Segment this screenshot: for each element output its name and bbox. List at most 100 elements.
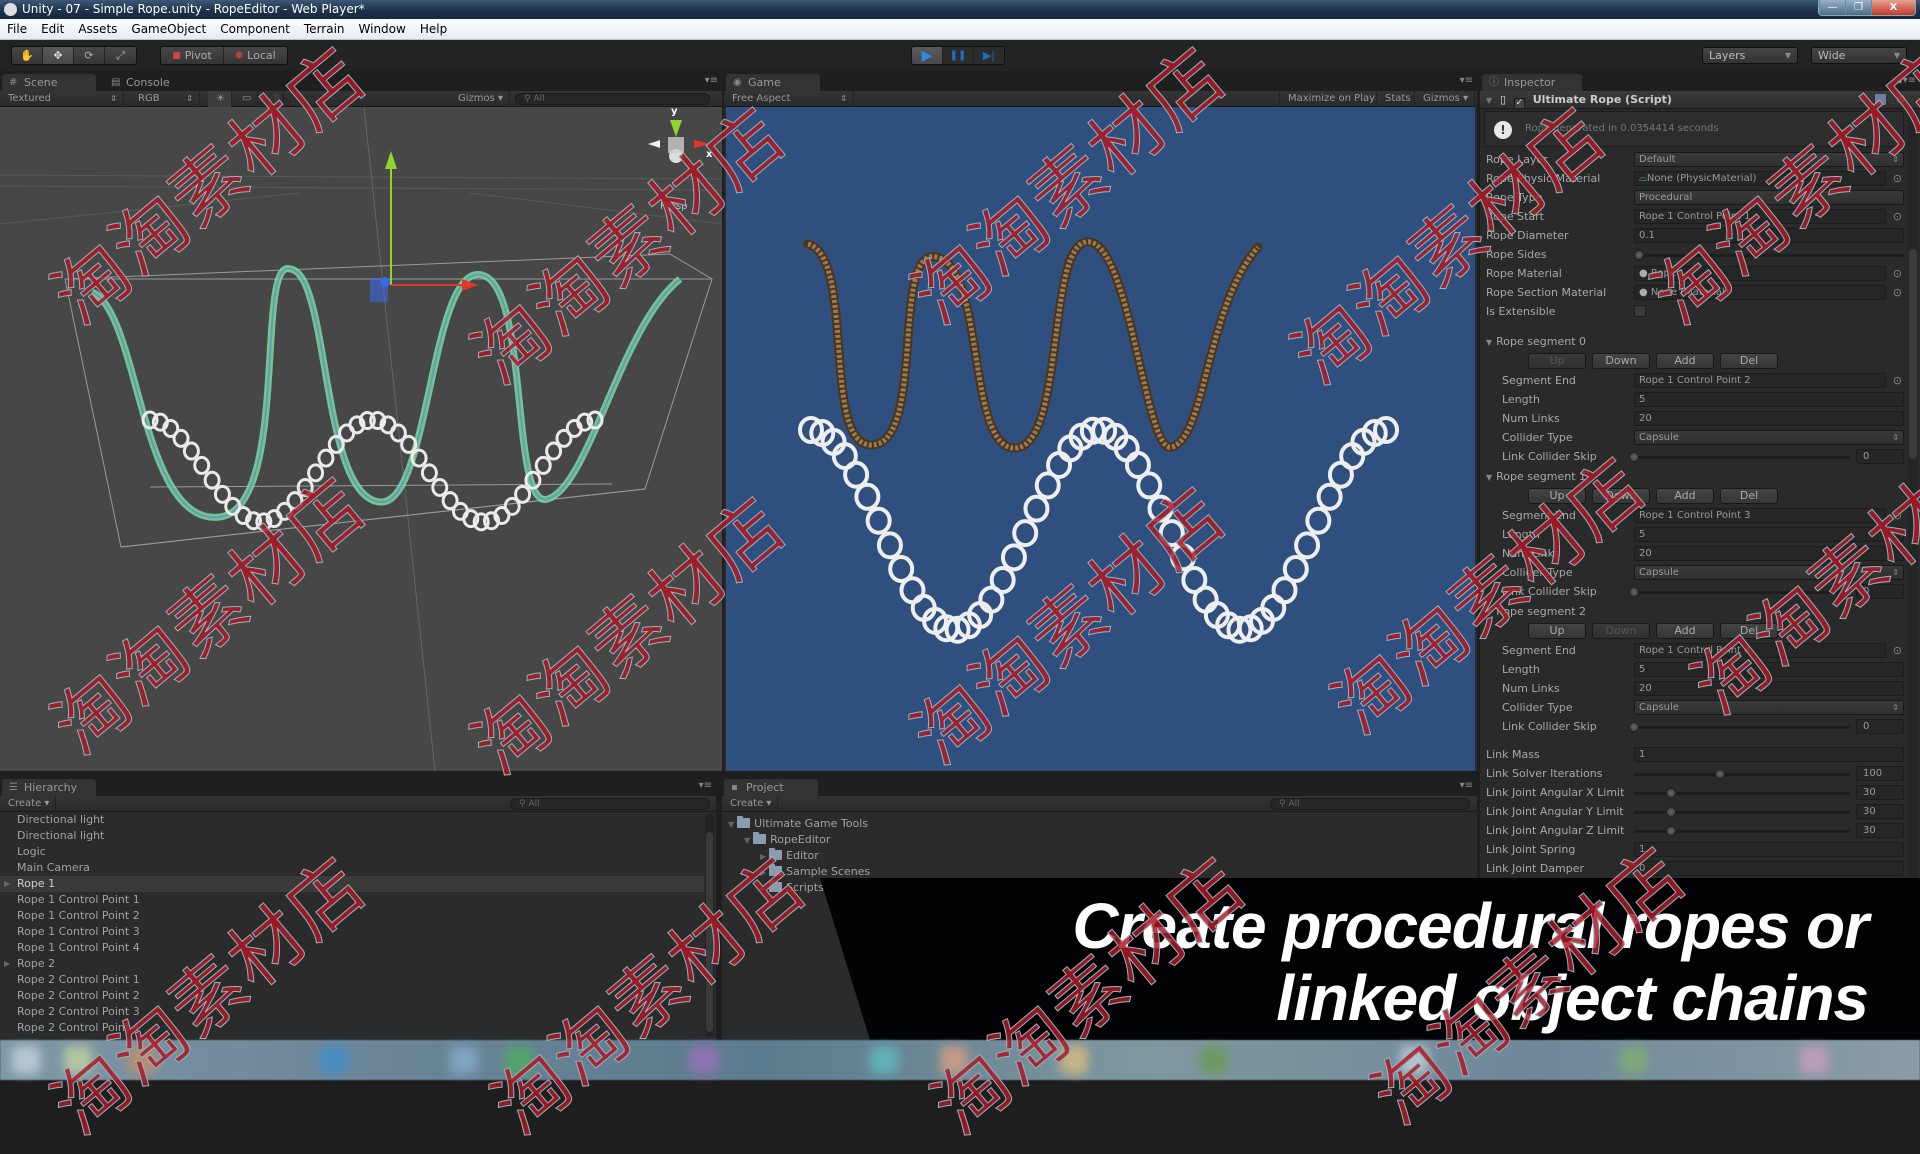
slider-thumb[interactable] [1665, 826, 1676, 836]
component-header[interactable]: ▼ ▯ ✓ Ultimate Rope (Script) ⚙ [1480, 91, 1920, 109]
segment-del-button[interactable]: Del [1720, 488, 1778, 504]
segment-end-field[interactable]: Rope 1 Control Point 3 [1634, 508, 1886, 523]
rope-diameter-input[interactable]: 0.1 [1634, 228, 1904, 243]
object-picker-icon[interactable]: ⊙ [1893, 267, 1902, 280]
rotate-tool-button[interactable]: ⟳ [74, 47, 105, 64]
angular-y-limit-slider[interactable] [1634, 807, 1850, 817]
hierarchy-item[interactable]: Rope 1 Control Point 2 [0, 908, 704, 924]
menu-assets[interactable]: Assets [71, 22, 124, 36]
link-collider-skip-slider[interactable] [1629, 722, 1850, 732]
rope-layer-dropdown[interactable]: Default ⇕ [1634, 152, 1904, 167]
scene-gizmos-dropdown[interactable]: Gizmos ▾ [450, 91, 510, 107]
taskbar-icon[interactable] [1400, 1046, 1428, 1074]
segment-up-button[interactable]: Up [1528, 353, 1586, 369]
segment-up-button[interactable]: Up [1528, 623, 1586, 639]
project-folder[interactable]: ▶ Editor [760, 848, 819, 864]
game-gizmos-dropdown[interactable]: Gizmos ▾ [1415, 91, 1475, 107]
menu-file[interactable]: File [0, 22, 34, 36]
hierarchy-item[interactable]: Rope 2 Control Point 4 [0, 1020, 704, 1036]
aspect-dropdown[interactable]: Free Aspect ⇕ [724, 91, 854, 107]
stats-toggle[interactable]: Stats [1377, 91, 1415, 107]
num-links-input[interactable]: 20 [1634, 546, 1904, 561]
expand-arrow-icon[interactable]: ▶ [760, 884, 766, 893]
segment-down-button[interactable]: Down [1592, 623, 1650, 639]
minimize-button[interactable]: — [1819, 0, 1845, 15]
rope-type-dropdown[interactable]: Procedural [1634, 190, 1904, 205]
slider-thumb[interactable] [1629, 722, 1639, 732]
project-folder[interactable]: ▼ Ultimate Game Tools [728, 816, 868, 832]
link-mass-input[interactable]: 1 [1634, 747, 1904, 762]
object-picker-icon[interactable]: ⊙ [1893, 210, 1902, 223]
rope-material-field[interactable]: ● Rope [1634, 266, 1886, 281]
pause-button[interactable]: ❚❚ [943, 47, 974, 64]
slider-thumb[interactable] [1629, 587, 1639, 597]
hierarchy-item[interactable]: Directional light [0, 812, 704, 828]
panel-menu-icon[interactable]: ▾≡ [705, 75, 718, 86]
expand-arrow-icon[interactable]: ▶ [760, 852, 766, 861]
taskbar-icon[interactable] [940, 1046, 968, 1074]
menu-component[interactable]: Component [213, 22, 297, 36]
tab-hierarchy[interactable]: ☰ Hierarchy [2, 779, 96, 796]
segment-del-button[interactable]: Del [1720, 353, 1778, 369]
scale-tool-button[interactable]: ⤢ [105, 47, 136, 64]
inspector-scrollbar[interactable] [1908, 109, 1918, 880]
menu-window[interactable]: Window [352, 22, 413, 36]
project-create-dropdown[interactable]: Create ▾ [722, 796, 778, 812]
taskbar-icon[interactable] [1060, 1046, 1088, 1074]
slider-value-input[interactable]: 0 [1856, 449, 1904, 464]
angular-x-limit-slider[interactable] [1634, 788, 1850, 798]
hierarchy-item[interactable]: ▶ Rope 1 [0, 876, 704, 892]
collider-type-dropdown[interactable]: Capsule ⇕ [1634, 565, 1904, 580]
taskbar-icon[interactable] [450, 1046, 478, 1074]
length-input[interactable]: 5 [1634, 662, 1904, 677]
length-input[interactable]: 5 [1634, 392, 1904, 407]
step-button[interactable]: ▶| [973, 47, 1004, 64]
taskbar-icon[interactable] [1800, 1046, 1828, 1074]
project-search-input[interactable]: ⚲ All [1270, 798, 1470, 810]
hierarchy-item[interactable]: Rope 1 Control Point 4 [0, 940, 704, 956]
segment-del-button[interactable]: Del [1720, 623, 1778, 639]
foldout-arrow-icon[interactable]: ▼ [1486, 96, 1492, 105]
hierarchy-item[interactable]: ▶ Rope 2 [0, 956, 704, 972]
slider-thumb[interactable] [1665, 807, 1676, 817]
component-enabled-checkbox[interactable]: ✓ [1513, 98, 1525, 109]
link-joint-damper-input[interactable]: 0 [1634, 861, 1904, 876]
local-toggle[interactable]: ⬢ Local [224, 47, 287, 64]
object-picker-icon[interactable]: ⊙ [1893, 644, 1902, 657]
slider-thumb[interactable] [1634, 250, 1645, 260]
scrollbar-thumb[interactable] [706, 832, 713, 1032]
play-button[interactable]: ▶ [912, 47, 944, 64]
is-extensible-checkbox[interactable] [1634, 305, 1646, 317]
taskbar-icon[interactable] [12, 1046, 40, 1074]
rope-sides-slider[interactable] [1634, 250, 1904, 260]
project-folder[interactable]: ▼ RopeEditor [744, 832, 830, 848]
slider-value-input[interactable]: 0 [1856, 719, 1904, 734]
hierarchy-search-input[interactable]: ⚲ All [510, 798, 710, 810]
lock-icon[interactable]: 🔒︎ [1897, 75, 1902, 86]
menu-edit[interactable]: Edit [34, 22, 71, 36]
taskbar-icon[interactable] [1620, 1046, 1648, 1074]
physic-material-field[interactable]: ⌓None (PhysicMaterial) [1634, 171, 1886, 186]
angular-z-limit-slider[interactable] [1634, 826, 1850, 836]
restore-button[interactable]: ❐ [1845, 0, 1871, 15]
collider-type-dropdown[interactable]: Capsule ⇕ [1634, 430, 1904, 445]
segment-add-button[interactable]: Add [1656, 488, 1714, 504]
panel-menu-icon[interactable]: ▾≡ [1460, 75, 1473, 86]
hierarchy-scrollbar[interactable] [705, 814, 714, 1036]
segment-2-foldout[interactable]: ▼ Rope segment 2 [1486, 605, 1586, 621]
rope-start-field[interactable]: Rope 1 Control Point 1 [1634, 209, 1886, 224]
project-folder[interactable]: ▶ Sample Scenes [760, 864, 870, 880]
hierarchy-item[interactable]: Rope 2 Control Point 1 [0, 972, 704, 988]
tab-inspector[interactable]: ⓘ Inspector [1482, 74, 1582, 91]
taskbar-icon[interactable] [64, 1046, 92, 1074]
tab-project[interactable]: ▪ Project [724, 779, 818, 796]
tab-game[interactable]: ◉ Game [726, 74, 820, 91]
menu-terrain[interactable]: Terrain [297, 22, 352, 36]
move-tool-button[interactable]: ✥ [43, 47, 74, 64]
hierarchy-item[interactable]: Rope 1 Control Point 1 [0, 892, 704, 908]
taskbar-icon[interactable] [320, 1046, 348, 1074]
help-book-icon[interactable] [1875, 94, 1886, 105]
hierarchy-item[interactable]: Directional light [0, 828, 704, 844]
menu-gameobject[interactable]: GameObject [124, 22, 213, 36]
length-input[interactable]: 5 [1634, 527, 1904, 542]
